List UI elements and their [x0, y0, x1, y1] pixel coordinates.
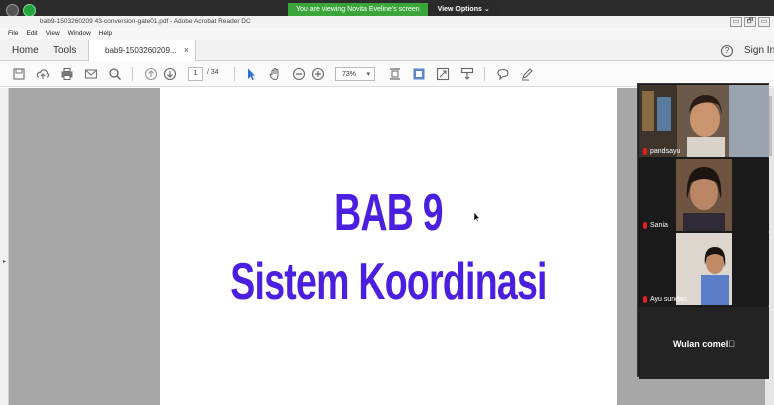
participant-name: Wulan comel⃞: [672, 339, 736, 349]
zoom-level-value: 73%: [342, 71, 357, 78]
menu-help[interactable]: Help: [99, 28, 112, 40]
pdf-page: BAB 9 Sistem Koordinasi: [160, 88, 617, 405]
participant-video: [639, 233, 769, 305]
participant-video: [639, 85, 769, 157]
maximize-button[interactable]: 🗗: [744, 17, 756, 27]
document-tab-label: bab9-1503260209...: [105, 46, 177, 55]
pen-icon[interactable]: [520, 67, 534, 81]
participant-video: [639, 159, 769, 231]
expand-arrow-icon[interactable]: ▸: [3, 258, 6, 265]
zoom-in-icon[interactable]: [311, 67, 325, 81]
muted-mic-icon: [643, 222, 647, 229]
window-titlebar: bab9-1503260209 43-conversion-gate01.pdf…: [0, 16, 774, 28]
participant-tile-ayu-sundari[interactable]: Ayu sundari: [639, 233, 769, 305]
search-icon[interactable]: [108, 67, 122, 81]
next-page-icon[interactable]: [163, 67, 177, 81]
navigation-pane-toggle[interactable]: ▸: [0, 88, 9, 405]
tab-home[interactable]: Home: [12, 45, 39, 56]
muted-mic-icon: [643, 148, 647, 155]
upload-cloud-icon[interactable]: [36, 67, 50, 81]
mouse-cursor-icon: [473, 211, 481, 223]
participant-tile-wulan[interactable]: Wulan comel⃞: [639, 307, 769, 379]
zoom-video-panel: pandsayu Sania Ayu sundari Wulan comel⃞: [637, 83, 769, 379]
rotate-view-icon[interactable]: [412, 67, 426, 81]
menu-edit[interactable]: Edit: [26, 28, 37, 40]
menu-window[interactable]: Window: [68, 28, 91, 40]
sign-in-link[interactable]: Sign In: [744, 45, 774, 56]
comment-icon[interactable]: [496, 67, 510, 81]
menu-file[interactable]: File: [8, 28, 18, 40]
minimize-button[interactable]: ▭: [730, 17, 742, 27]
previous-page-icon[interactable]: [144, 67, 158, 81]
page-heading-chapter: BAB 9: [334, 184, 443, 242]
participant-name: pandsayu: [643, 148, 680, 155]
muted-mic-icon: [643, 296, 647, 303]
close-tab-icon[interactable]: ×: [184, 45, 189, 55]
print-icon[interactable]: [60, 67, 74, 81]
participant-name: Ayu sundari: [643, 296, 687, 303]
select-cursor-icon[interactable]: [244, 67, 258, 81]
toolbar-divider: [234, 67, 235, 81]
zoom-level-select[interactable]: 73% ▾: [335, 67, 375, 81]
page-heading-title: Sistem Koordinasi: [230, 253, 547, 311]
tab-bar: Home Tools bab9-1503260209... × ? Sign I…: [0, 40, 774, 61]
toolbar-divider: [484, 67, 485, 81]
scroll-mode-icon[interactable]: [460, 67, 474, 81]
page-total: / 34: [207, 69, 219, 76]
toolbar-divider: [132, 67, 133, 81]
chevron-down-icon: ▾: [366, 71, 370, 78]
participant-name: Sania: [643, 222, 668, 229]
view-options-button[interactable]: View Options ⌄: [427, 3, 500, 16]
zoom-out-icon[interactable]: [292, 67, 306, 81]
participant-tile-pandsayu[interactable]: pandsayu: [639, 85, 769, 157]
menu-view[interactable]: View: [46, 28, 60, 40]
help-icon[interactable]: ?: [721, 45, 733, 57]
tab-tools[interactable]: Tools: [53, 45, 76, 56]
zoom-top-bar: You are viewing Novita Eveline's screen …: [0, 0, 774, 17]
share-message: You are viewing Novita Eveline's screen: [288, 3, 428, 16]
full-screen-icon[interactable]: [436, 67, 450, 81]
share-banner: You are viewing Novita Eveline's screen …: [288, 3, 500, 16]
close-window-button[interactable]: ▭: [758, 17, 770, 27]
window-title: bab9-1503260209 43-conversion-gate01.pdf…: [40, 18, 251, 25]
window-controls: ▭ 🗗 ▭: [730, 17, 770, 27]
participant-tile-sania[interactable]: Sania: [639, 159, 769, 231]
menu-bar: File Edit View Window Help: [0, 28, 774, 40]
mail-icon[interactable]: [84, 67, 98, 81]
page-number-input[interactable]: 1: [188, 67, 203, 81]
hand-tool-icon[interactable]: [268, 67, 282, 81]
save-icon[interactable]: [12, 67, 26, 81]
fit-page-icon[interactable]: [388, 67, 402, 81]
tab-document[interactable]: bab9-1503260209... ×: [88, 40, 196, 61]
